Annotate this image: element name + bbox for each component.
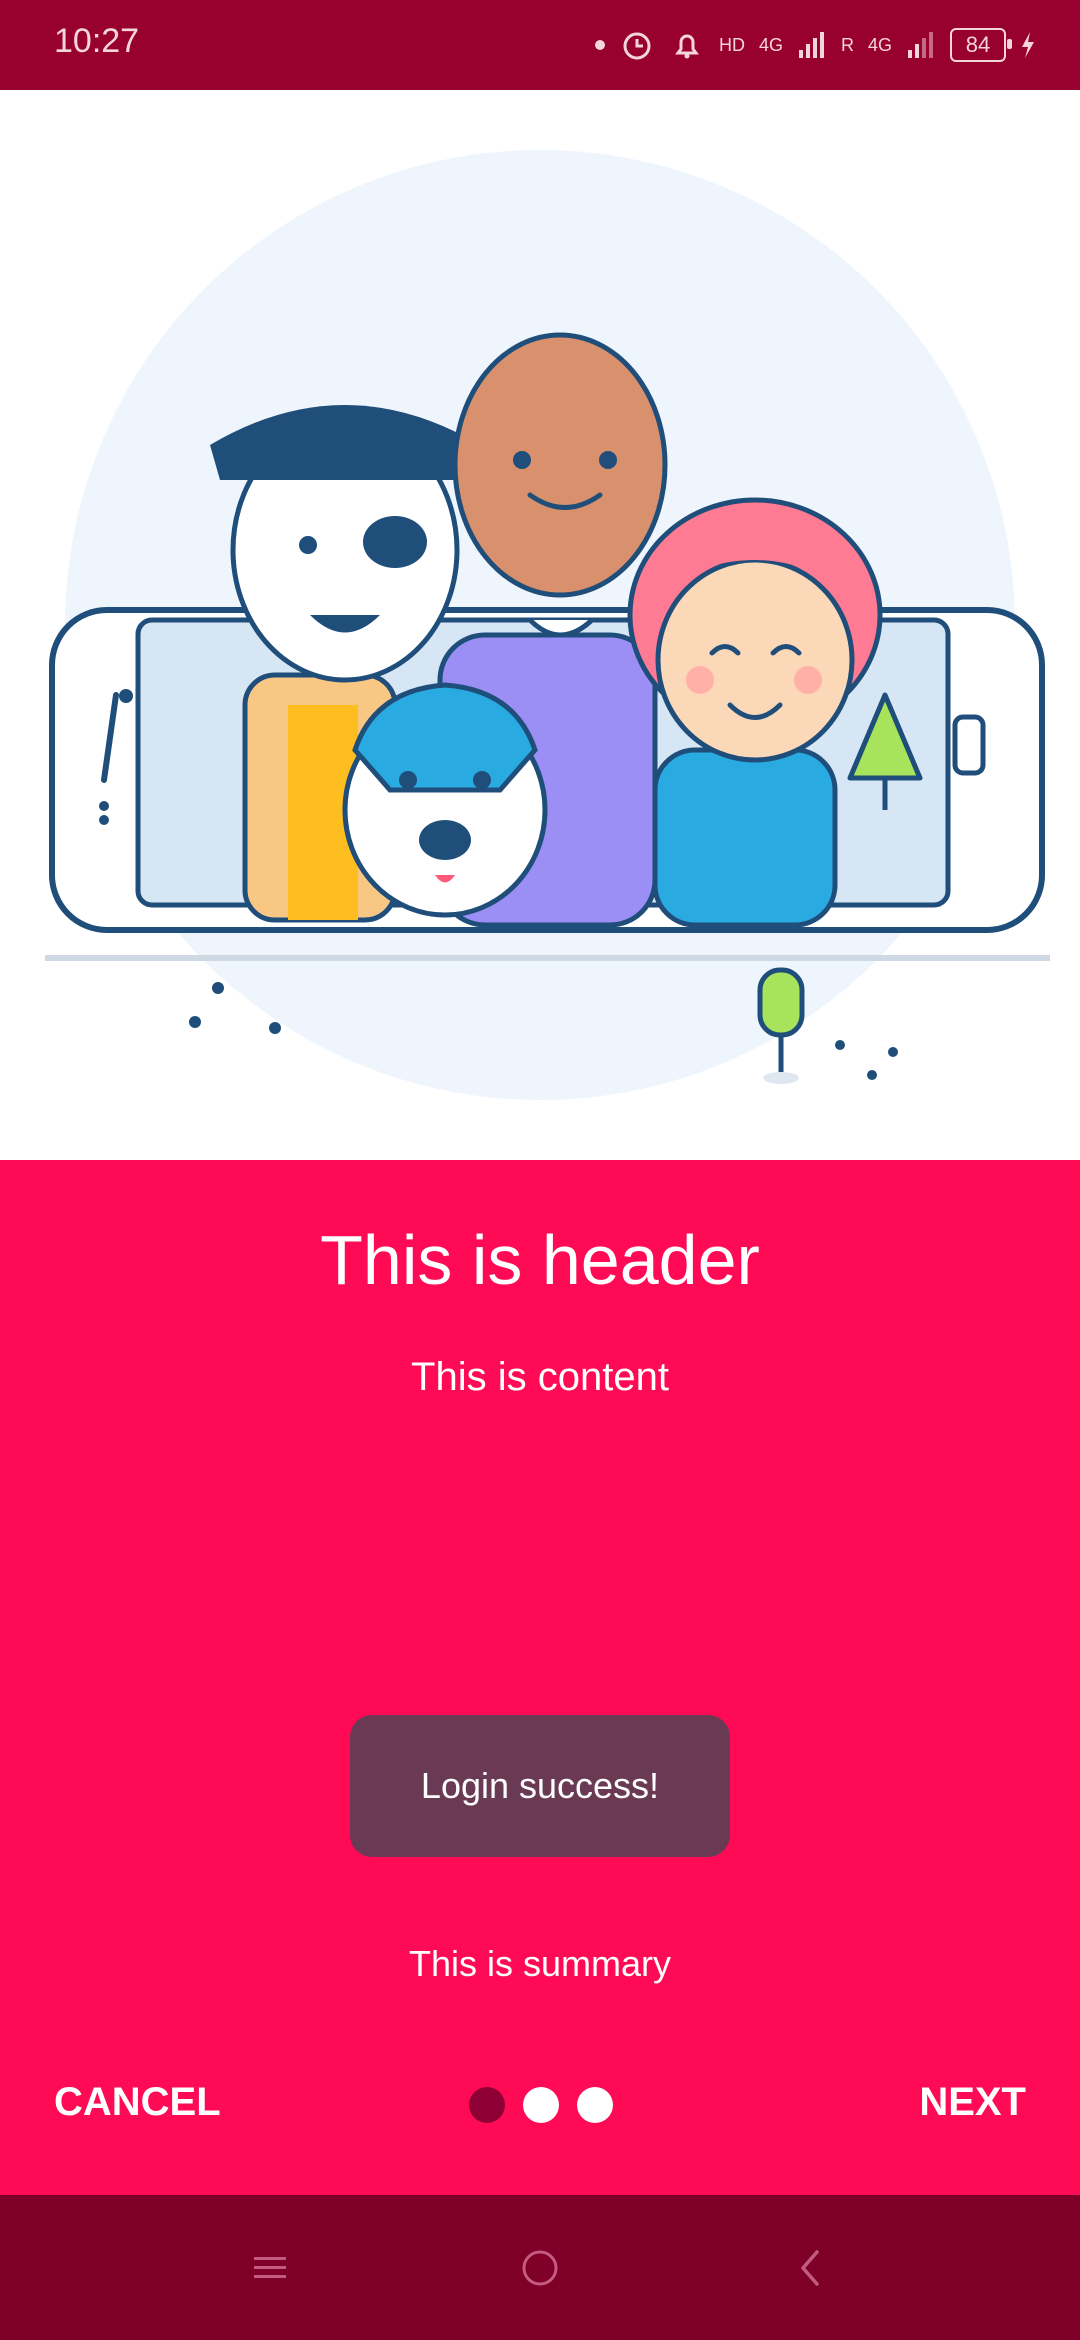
status-icons: HD 4G R 4G 84 <box>594 18 1036 72</box>
menu-icon <box>254 2256 286 2278</box>
network-4g-label-2: 4G <box>867 34 892 55</box>
menu-button[interactable] <box>210 2195 330 2340</box>
page-content: This is content <box>411 1355 669 1399</box>
navigation-bar <box>0 2195 1080 2340</box>
bell-icon <box>674 34 699 59</box>
home-button[interactable] <box>480 2195 600 2340</box>
home-circle-icon <box>522 2250 558 2285</box>
notification-dot-icon <box>594 40 605 50</box>
page-dot-1[interactable] <box>469 2087 505 2123</box>
charging-icon <box>1022 32 1034 58</box>
back-button[interactable] <box>750 2195 870 2340</box>
battery-level: 84 <box>965 32 991 57</box>
cancel-button[interactable]: CANCEL <box>54 2080 221 2125</box>
page-title: This is header <box>320 1221 760 1299</box>
page-dot-2[interactable] <box>523 2087 559 2123</box>
alarm-icon <box>623 32 651 60</box>
battery-icon: 84 <box>950 28 1012 62</box>
status-bar: 10:27 HD 4G R 4G 84 <box>0 0 1080 90</box>
status-time: 10:27 <box>54 22 140 60</box>
page-dot-3[interactable] <box>577 2087 613 2123</box>
page-indicator <box>469 2087 613 2123</box>
signal-icon-2 <box>908 32 933 58</box>
onboarding-panel: This is header This is content Login suc… <box>0 1160 1080 2195</box>
toast-message: Login success! <box>350 1715 730 1857</box>
signal-icon <box>798 32 824 58</box>
roaming-label: R <box>840 34 854 55</box>
back-chevron-icon <box>801 2249 819 2286</box>
network-4g-label: 4G <box>758 34 783 55</box>
hd-label: HD <box>718 34 745 55</box>
onboarding-illustration <box>0 90 1080 1160</box>
next-button[interactable]: NEXT <box>919 2080 1026 2125</box>
page-summary: This is summary <box>408 1943 672 1984</box>
people-with-dog-and-phone-illustration <box>45 150 1050 1100</box>
toast-text: Login success! <box>420 1765 660 1806</box>
